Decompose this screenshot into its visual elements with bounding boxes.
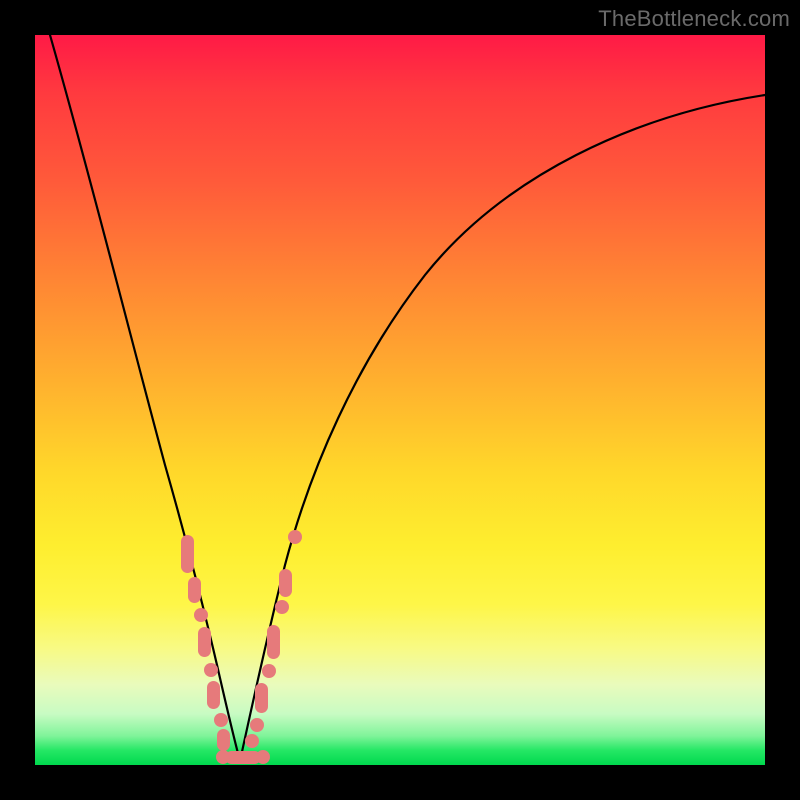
right-curve [240,95,765,761]
marker-cluster-bottom [216,750,270,764]
left-curve [50,35,240,761]
marker-cluster-left [181,535,230,751]
chart-svg [35,35,765,765]
marker-cluster-right [245,530,302,748]
plot-area [35,35,765,765]
watermark-text: TheBottleneck.com [598,6,790,32]
chart-frame: TheBottleneck.com [0,0,800,800]
